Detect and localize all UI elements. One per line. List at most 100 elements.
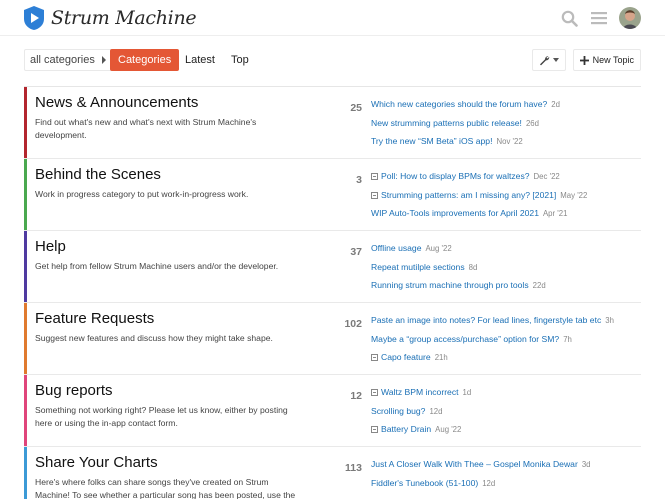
topic-link[interactable]: Running strum machine through pro tools	[371, 280, 529, 290]
category-row: Bug reports Something not working right? …	[24, 375, 641, 447]
topic-link[interactable]: Waltz BPM incorrect	[381, 387, 459, 397]
category-description: Get help from fellow Strum Machine users…	[35, 261, 279, 271]
topic-count: 12	[350, 390, 362, 402]
topic-age: 2d	[551, 100, 560, 109]
category-description: Something not working right? Please let …	[35, 405, 288, 428]
tab-top[interactable]: Top	[223, 49, 257, 71]
topic-item: Running strum machine through pro tools 2…	[371, 280, 546, 299]
topic-link[interactable]: WIP Auto-Tools improvements for April 20…	[371, 208, 539, 218]
logo-icon	[24, 6, 44, 30]
new-topic-label: New Topic	[592, 55, 634, 65]
topic-item: Just A Closer Walk With Thee – Gospel Mo…	[371, 459, 591, 478]
topic-link[interactable]: Just A Closer Walk With Thee – Gospel Mo…	[371, 459, 578, 469]
closed-topic-icon	[371, 173, 378, 180]
topic-count: 25	[350, 102, 362, 114]
topic-age: 12d	[429, 406, 443, 416]
topic-item: Battery Drain Aug '22	[371, 424, 471, 443]
topic-item: Fiddler's Tunebook (51-100) 12d	[371, 478, 591, 497]
topic-link[interactable]: Strumming patterns: am I missing any? [2…	[381, 190, 556, 200]
latest-topics: Which new categories should the forum ha…	[371, 99, 560, 155]
category-name[interactable]: Help	[35, 238, 66, 255]
category-row: Share Your Charts Here's where folks can …	[24, 447, 641, 499]
topic-count: 113	[345, 462, 362, 474]
topic-item: Which new categories should the forum ha…	[371, 99, 560, 118]
topic-age: 26d	[525, 118, 539, 128]
topic-age: 7h	[563, 334, 572, 344]
category-row: News & Announcements Find out what's new …	[24, 87, 641, 159]
avatar[interactable]	[619, 7, 641, 29]
topic-link[interactable]: Paste an image into notes? For lead line…	[371, 315, 601, 325]
topic-age: Nov '22	[496, 137, 523, 146]
topic-link[interactable]: Poll: How to display BPMs for waltzes?	[381, 171, 530, 181]
latest-topics: Waltz BPM incorrect 1d Scrolling bug? 12d Ba…	[371, 387, 471, 443]
plus-icon	[579, 55, 589, 65]
topic-link[interactable]: Scrolling bug?	[371, 406, 425, 416]
topic-item: New strumming patterns public release! 26…	[371, 118, 560, 137]
topic-count: 3	[356, 174, 362, 186]
topic-link[interactable]: Offline usage	[371, 243, 421, 253]
topic-item: Poll: How to display BPMs for waltzes? De…	[371, 171, 587, 190]
category-name[interactable]: News & Announcements	[35, 94, 198, 111]
topic-age: 8d	[468, 262, 478, 272]
category-name[interactable]: Feature Requests	[35, 310, 154, 327]
topic-age: Apr '21	[542, 209, 568, 218]
category-description: Suggest new features and discuss how the…	[35, 333, 273, 343]
category-list: News & Announcements Find out what's new …	[24, 86, 641, 499]
topic-item: Scrolling bug? 12d	[371, 406, 471, 425]
topic-age: May '22	[560, 190, 588, 200]
category-dropdown[interactable]: all categories	[24, 49, 112, 71]
category-name[interactable]: Share Your Charts	[35, 454, 158, 471]
latest-topics: Just A Closer Walk With Thee – Gospel Mo…	[371, 459, 591, 496]
topic-age: 3h	[605, 316, 614, 325]
latest-topics: Offline usage Aug '22 Repeat mutilple sect…	[371, 243, 546, 299]
category-color-bar	[24, 303, 27, 374]
closed-topic-icon	[371, 426, 378, 433]
topic-age: 3d	[581, 460, 591, 469]
latest-topics: Paste an image into notes? For lead line…	[371, 315, 614, 371]
category-name[interactable]: Behind the Scenes	[35, 166, 161, 183]
topic-age: 21h	[434, 353, 448, 362]
topic-item: Strumming patterns: am I missing any? [2…	[371, 190, 587, 209]
topic-link[interactable]: Fiddler's Tunebook (51-100)	[371, 478, 478, 488]
topic-item: Maybe a “group access/purchase” option f…	[371, 334, 614, 353]
category-dropdown-label: all categories	[30, 54, 95, 66]
category-name[interactable]: Bug reports	[35, 382, 113, 399]
tab-latest[interactable]: Latest	[177, 49, 223, 71]
topic-item: Repeat mutilple sections 8d	[371, 262, 546, 281]
admin-tools-button[interactable]	[532, 49, 566, 71]
category-row: Behind the Scenes Work in progress catego…	[24, 159, 641, 231]
topic-link[interactable]: Battery Drain	[381, 424, 431, 434]
topic-item: Paste an image into notes? For lead line…	[371, 315, 614, 334]
topic-count: 37	[350, 246, 362, 258]
category-color-bar	[24, 87, 27, 158]
latest-topics: Poll: How to display BPMs for waltzes? De…	[371, 171, 587, 227]
topic-link[interactable]: Which new categories should the forum ha…	[371, 99, 547, 109]
chevron-down-icon	[553, 58, 559, 62]
category-color-bar	[24, 159, 27, 230]
topic-link[interactable]: Repeat mutilple sections	[371, 262, 465, 272]
topic-item: WIP Auto-Tools improvements for April 20…	[371, 208, 587, 227]
topic-item: Offline usage Aug '22	[371, 243, 546, 262]
closed-topic-icon	[371, 354, 378, 361]
caret-right-icon	[101, 56, 106, 64]
topic-link[interactable]: Capo feature	[381, 352, 431, 362]
topic-age: 1d	[462, 388, 472, 397]
topic-link[interactable]: Maybe a “group access/purchase” option f…	[371, 334, 559, 344]
search-icon[interactable]	[559, 8, 579, 28]
site-logo[interactable]: Strum Machine	[22, 5, 197, 31]
menu-icon[interactable]	[589, 8, 609, 28]
site-title: Strum Machine	[51, 7, 197, 29]
topic-link[interactable]: New strumming patterns public release!	[371, 118, 522, 128]
topic-count: 102	[344, 318, 362, 330]
category-color-bar	[24, 231, 27, 302]
tab-categories[interactable]: Categories	[110, 49, 180, 71]
category-color-bar	[24, 447, 27, 499]
category-description: Work in progress category to put work-in…	[35, 189, 249, 199]
category-color-bar	[24, 375, 27, 446]
category-description: Here's where folks can share songs they'…	[35, 477, 296, 499]
topic-link[interactable]: Try the new “SM Beta” iOS app!	[371, 136, 492, 146]
closed-topic-icon	[371, 191, 378, 199]
new-topic-button[interactable]: New Topic	[572, 49, 641, 71]
topic-age: Dec '22	[533, 172, 560, 181]
topic-item: Capo feature 21h	[371, 352, 614, 371]
